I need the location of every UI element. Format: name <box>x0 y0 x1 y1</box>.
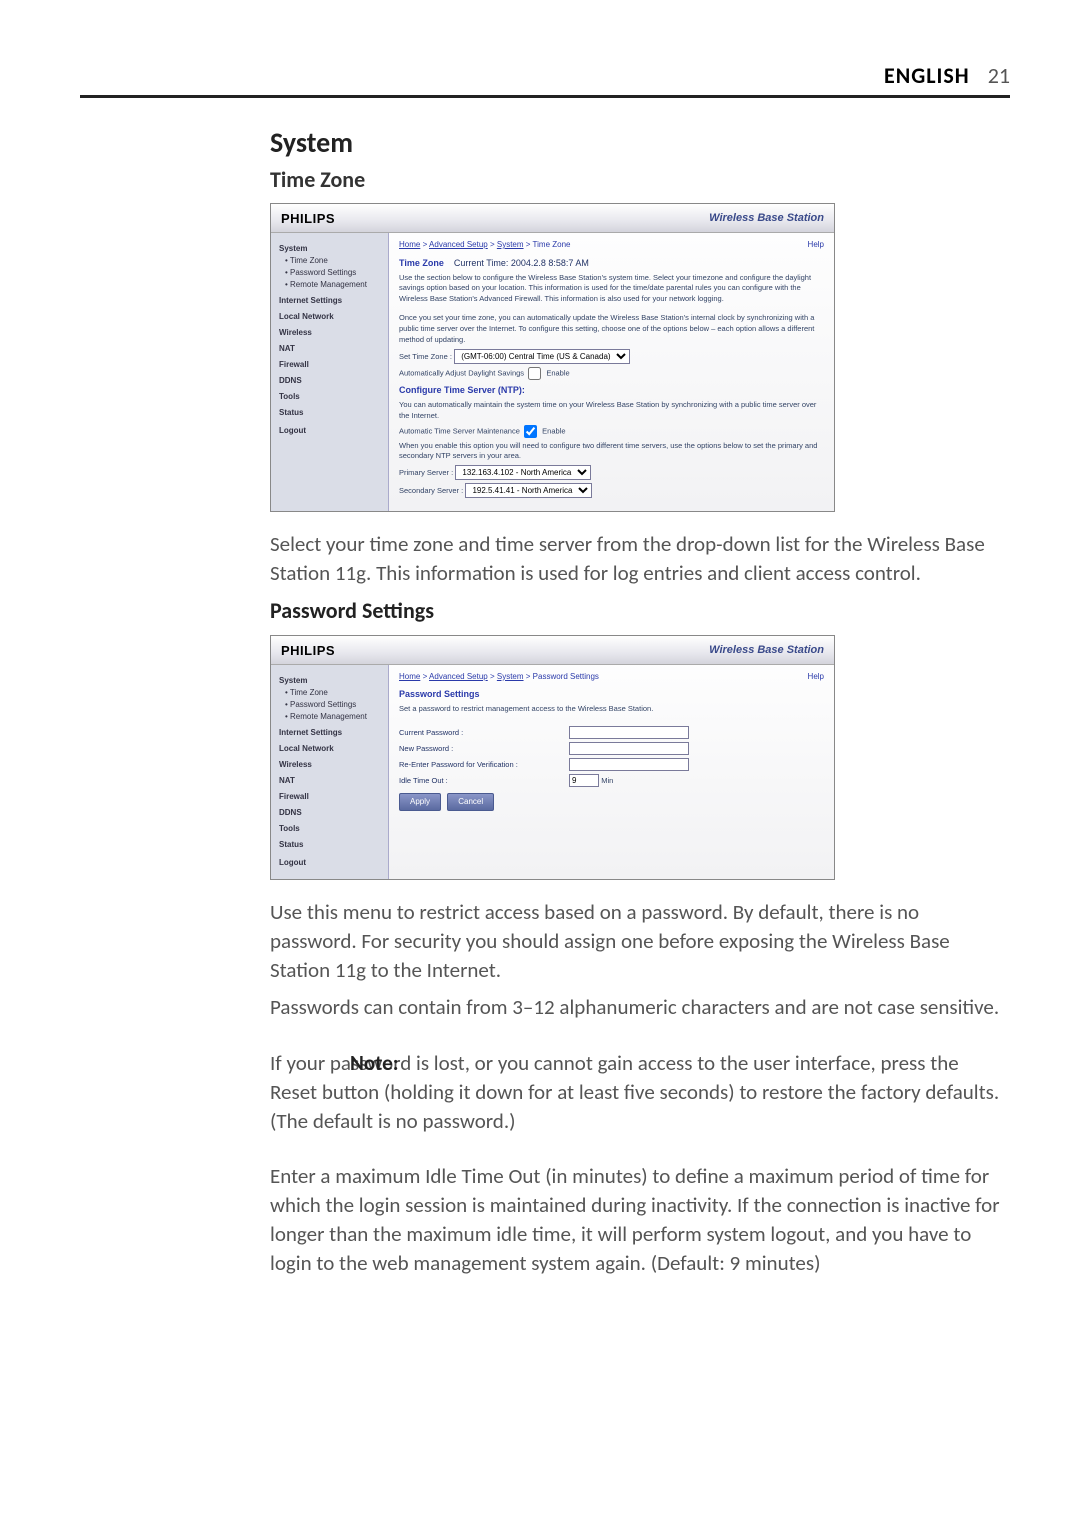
breadcrumb: Home > Advanced Setup > System > Time Zo… <box>399 239 824 251</box>
section-system-title: System <box>270 124 1010 163</box>
reenter-password-label: Re-Enter Password for Verification : <box>399 760 569 771</box>
section-password-title: Password Settings <box>270 596 1010 626</box>
ntp-heading: Configure Time Server (NTP): <box>399 384 824 397</box>
language-label: ENGLISH <box>884 62 970 89</box>
sidebar-item-timezone[interactable]: • Time Zone <box>285 255 384 267</box>
page-number: 21 <box>988 62 1010 89</box>
apply-button[interactable]: Apply <box>399 793 441 811</box>
timezone-select[interactable]: (GMT-06:00) Central Time (US & Canada) <box>454 349 630 364</box>
reenter-password-input[interactable] <box>569 758 689 771</box>
crumb-leaf: Time Zone <box>533 240 571 249</box>
password-heading: Password Settings <box>399 688 824 701</box>
sidebar-item-wireless[interactable]: Wireless <box>279 327 384 339</box>
sidebar-item-logout[interactable]: Logout <box>279 425 384 437</box>
enable-label: Enable <box>546 368 569 377</box>
help-link[interactable]: Help <box>808 671 824 683</box>
secondary-server-label: Secondary Server : <box>399 486 463 495</box>
cancel-button[interactable]: Cancel <box>447 793 494 811</box>
sidebar-item-ddns[interactable]: DDNS <box>279 807 384 819</box>
set-timezone-label: Set Time Zone : <box>399 352 452 361</box>
primary-server-select[interactable]: 132.163.4.102 - North America <box>455 465 591 480</box>
sidebar-item-nat[interactable]: NAT <box>279 775 384 787</box>
sidebar-item-local[interactable]: Local Network <box>279 743 384 755</box>
sidebar-item-wireless[interactable]: Wireless <box>279 759 384 771</box>
sidebar-item-system[interactable]: System <box>279 675 384 687</box>
sidebar-item-firewall[interactable]: Firewall <box>279 359 384 371</box>
sidebar-item-status[interactable]: Status <box>279 839 384 851</box>
crumb-advanced[interactable]: Advanced Setup <box>429 672 488 681</box>
daylight-label: Automatically Adjust Daylight Savings <box>399 368 524 377</box>
password-intro: Set a password to restrict management ac… <box>399 704 824 715</box>
section-timezone-subtitle: Time Zone <box>270 165 1010 195</box>
crumb-system[interactable]: System <box>497 672 524 681</box>
sidebar-item-ddns[interactable]: DDNS <box>279 375 384 387</box>
philips-logo: PHILIPS <box>281 210 335 228</box>
ntp-servers-hint: When you enable this option you will nee… <box>399 441 824 463</box>
current-password-input[interactable] <box>569 726 689 739</box>
password-paragraph-1: Use this menu to restrict access based o… <box>270 898 1010 985</box>
primary-server-label: Primary Server : <box>399 468 453 477</box>
page-header: ENGLISH 21 <box>80 62 1010 98</box>
philips-logo: PHILIPS <box>281 642 335 660</box>
shot2-sidebar: System • Time Zone • Password Settings •… <box>271 665 389 879</box>
idle-paragraph: Enter a maximum Idle Time Out (in minute… <box>270 1162 1010 1278</box>
tz-current-time: Current Time: 2004.2.8 8:58:7 AM <box>454 258 589 268</box>
help-link[interactable]: Help <box>808 239 824 251</box>
timezone-paragraph: Select your time zone and time server fr… <box>270 530 1010 588</box>
note-label: Note: <box>350 1049 530 1078</box>
new-password-label: New Password : <box>399 744 569 755</box>
enable-label2: Enable <box>542 426 565 435</box>
sidebar-item-status[interactable]: Status <box>279 407 384 419</box>
sidebar-item-system[interactable]: System <box>279 243 384 255</box>
ntp-auto-checkbox[interactable] <box>524 425 537 438</box>
sidebar-item-tools[interactable]: Tools <box>279 391 384 403</box>
sidebar-item-internet[interactable]: Internet Settings <box>279 727 384 739</box>
screenshot-password: PHILIPS Wireless Base Station System • T… <box>270 635 835 880</box>
shot2-header: PHILIPS Wireless Base Station <box>271 636 834 665</box>
device-tag: Wireless Base Station <box>709 211 824 226</box>
tz-para1: Use the section below to configure the W… <box>399 273 824 306</box>
crumb-home[interactable]: Home <box>399 240 420 249</box>
sidebar-item-logout[interactable]: Logout <box>279 857 384 869</box>
sidebar-item-internet[interactable]: Internet Settings <box>279 295 384 307</box>
device-tag: Wireless Base Station <box>709 643 824 658</box>
ntp-auto-label: Automatic Time Server Maintenance <box>399 426 520 435</box>
sidebar-item-tools[interactable]: Tools <box>279 823 384 835</box>
tz-heading: Time Zone <box>399 258 444 268</box>
crumb-home[interactable]: Home <box>399 672 420 681</box>
shot1-header: PHILIPS Wireless Base Station <box>271 204 834 233</box>
sidebar-item-local[interactable]: Local Network <box>279 311 384 323</box>
tz-para2: Once you set your time zone, you can aut… <box>399 313 824 346</box>
new-password-input[interactable] <box>569 742 689 755</box>
sidebar-item-password[interactable]: • Password Settings <box>285 267 384 279</box>
password-paragraph-2: Passwords can contain from 3–12 alphanum… <box>270 993 1010 1022</box>
sidebar-item-password[interactable]: • Password Settings <box>285 699 384 711</box>
breadcrumb: Home > Advanced Setup > System > Passwor… <box>399 671 824 683</box>
sidebar-item-firewall[interactable]: Firewall <box>279 791 384 803</box>
ntp-para: You can automatically maintain the syste… <box>399 400 824 422</box>
shot1-main: Home > Advanced Setup > System > Time Zo… <box>389 233 834 511</box>
shot2-main: Home > Advanced Setup > System > Passwor… <box>389 665 834 879</box>
shot1-sidebar: System • Time Zone • Password Settings •… <box>271 233 389 511</box>
idle-timeout-label: Idle Time Out : <box>399 776 569 787</box>
daylight-checkbox[interactable] <box>528 367 541 380</box>
secondary-server-select[interactable]: 192.5.41.41 - North America <box>465 483 592 498</box>
sidebar-item-remote[interactable]: • Remote Management <box>285 711 384 723</box>
current-password-label: Current Password : <box>399 728 569 739</box>
crumb-advanced[interactable]: Advanced Setup <box>429 240 488 249</box>
sidebar-item-timezone[interactable]: • Time Zone <box>285 687 384 699</box>
sidebar-item-remote[interactable]: • Remote Management <box>285 279 384 291</box>
screenshot-timezone: PHILIPS Wireless Base Station System • T… <box>270 203 835 512</box>
idle-unit: Min <box>601 776 613 785</box>
crumb-leaf: Password Settings <box>533 672 599 681</box>
crumb-system[interactable]: System <box>497 240 524 249</box>
sidebar-item-nat[interactable]: NAT <box>279 343 384 355</box>
idle-timeout-input[interactable] <box>569 774 599 787</box>
